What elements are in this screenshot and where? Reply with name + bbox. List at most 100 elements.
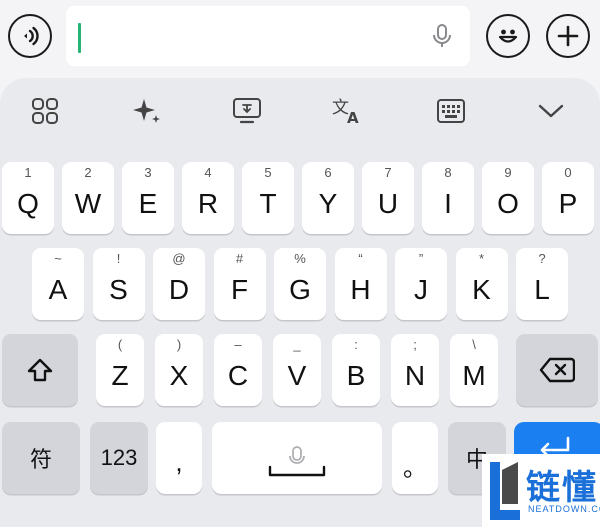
key-hint-label: 1 (24, 165, 32, 180)
key-t[interactable]: 5T (242, 162, 294, 234)
key-hint-label: % (294, 251, 306, 266)
key-b[interactable]: :B (332, 334, 380, 406)
key-o[interactable]: 9O (482, 162, 534, 234)
key-hint-label: – (234, 337, 242, 352)
numbers-key[interactable]: 123 (90, 422, 148, 494)
key-hint-label: 8 (444, 165, 452, 180)
key-hint-label: ~ (54, 251, 62, 266)
key-letter-label: Q (17, 188, 39, 219)
period-key[interactable]: 。 (392, 422, 438, 494)
input-bar (0, 0, 600, 80)
key-z[interactable]: (Z (96, 334, 144, 406)
key-hint-label: 9 (504, 165, 512, 180)
text-caret (78, 23, 81, 53)
key-hint-label: # (235, 251, 244, 266)
key-letter-label: F (230, 274, 249, 305)
key-j[interactable]: ” J (395, 248, 447, 320)
key-letter-label: P (558, 188, 578, 219)
key-g[interactable]: % G (274, 248, 326, 320)
key-letter-label: J (414, 274, 428, 305)
shift-key[interactable] (2, 334, 78, 406)
key-hint-label: ? (538, 251, 546, 266)
chevron-down-icon[interactable] (534, 94, 568, 128)
key-hint-label: 3 (144, 165, 152, 180)
key-y[interactable]: 6Y (302, 162, 354, 234)
key-s[interactable]: ! S (92, 248, 145, 320)
numbers-key-label: 123 (100, 445, 138, 470)
key-m[interactable]: \ M (450, 334, 498, 406)
sound-wave-icon (24, 26, 39, 46)
key-letter-label: A (48, 274, 68, 305)
message-input[interactable] (66, 6, 470, 66)
key-hint-label: @ (172, 251, 186, 266)
key-l[interactable]: ? L (516, 248, 568, 320)
key-k[interactable]: * K (455, 248, 508, 320)
key-i[interactable]: 8I (422, 162, 474, 234)
key-letter-label: Z (111, 360, 129, 391)
apps-grid-icon[interactable] (28, 94, 62, 128)
key-a[interactable]: ~ A (32, 248, 84, 320)
key-e[interactable]: 3E (122, 162, 174, 234)
more-button[interactable] (546, 14, 590, 58)
key-letter-label: E (138, 188, 158, 219)
translate-icon[interactable]: 文 A (330, 94, 364, 128)
key-hint-label: 0 (564, 165, 572, 180)
watermark-logo-icon (490, 462, 520, 520)
key-u[interactable]: 7U (362, 162, 414, 234)
key-letter-label: I (444, 188, 452, 219)
key-hint-label: ) (176, 337, 182, 352)
backspace-key[interactable] (516, 334, 598, 406)
key-letter-label: C (227, 360, 249, 391)
key-letter-label: O (497, 188, 519, 219)
key-d[interactable]: @ D (153, 248, 205, 320)
key-hint-label: 2 (84, 165, 92, 180)
key-letter-label: G (289, 274, 311, 305)
key-hint-label: 6 (324, 165, 332, 180)
sparkle-icon[interactable] (130, 94, 164, 128)
key-hint-label: 7 (384, 165, 392, 180)
key-hint-label: : (354, 337, 358, 352)
key-r[interactable]: 4R (182, 162, 234, 234)
key-h[interactable]: “H (334, 248, 387, 320)
symbols-key[interactable]: 符 (2, 422, 80, 494)
key-x[interactable]: ) X (155, 334, 203, 406)
key-f[interactable]: # F (213, 248, 266, 320)
screen-icon[interactable] (230, 94, 264, 128)
emoji-button[interactable] (486, 14, 530, 58)
key-hint-label: ; (413, 337, 417, 352)
key-letter-label: B (346, 360, 366, 391)
key-hint-label: “ (358, 251, 363, 266)
key-q[interactable]: 1Q (2, 162, 54, 234)
key-w[interactable]: 2W (62, 162, 114, 234)
key-c[interactable]: – C (214, 334, 262, 406)
key-hint-label: \ (472, 337, 476, 352)
key-letter-label: T (259, 188, 277, 219)
key-p[interactable]: 0P (542, 162, 594, 234)
key-n[interactable]: ; N (391, 334, 439, 406)
key-hint-label: 4 (204, 165, 212, 180)
svg-text:A: A (347, 109, 359, 126)
space-key[interactable] (212, 422, 382, 494)
voice-message-button[interactable] (8, 14, 52, 58)
watermark: 链懂 NEATDOWN.COM (482, 454, 600, 527)
key-letter-label: S (109, 274, 128, 305)
comma-key[interactable]: , (156, 422, 202, 494)
key-hint-label: 5 (264, 165, 272, 180)
key-letter-label: L (534, 274, 550, 305)
key-letter-label: H (350, 274, 371, 305)
key-letter-label: W (74, 188, 102, 219)
key-letter-label: X (169, 360, 189, 391)
key-letter-label: D (168, 274, 190, 305)
watermark-subtext: NEATDOWN.COM (528, 504, 600, 514)
key-letter-label: N (404, 360, 426, 391)
smiley-icon (498, 29, 518, 43)
key-v[interactable]: _ V (273, 334, 321, 406)
microphone-icon[interactable] (428, 22, 456, 50)
key-letter-label: U (377, 188, 399, 219)
space-mic-icon (268, 446, 326, 477)
symbols-key-label: 符 (29, 447, 52, 472)
watermark-text: 链懂 (526, 468, 598, 508)
key-letter-label: V (287, 360, 307, 391)
keyboard-icon[interactable] (434, 94, 468, 128)
key-hint-label: ! (116, 251, 121, 266)
